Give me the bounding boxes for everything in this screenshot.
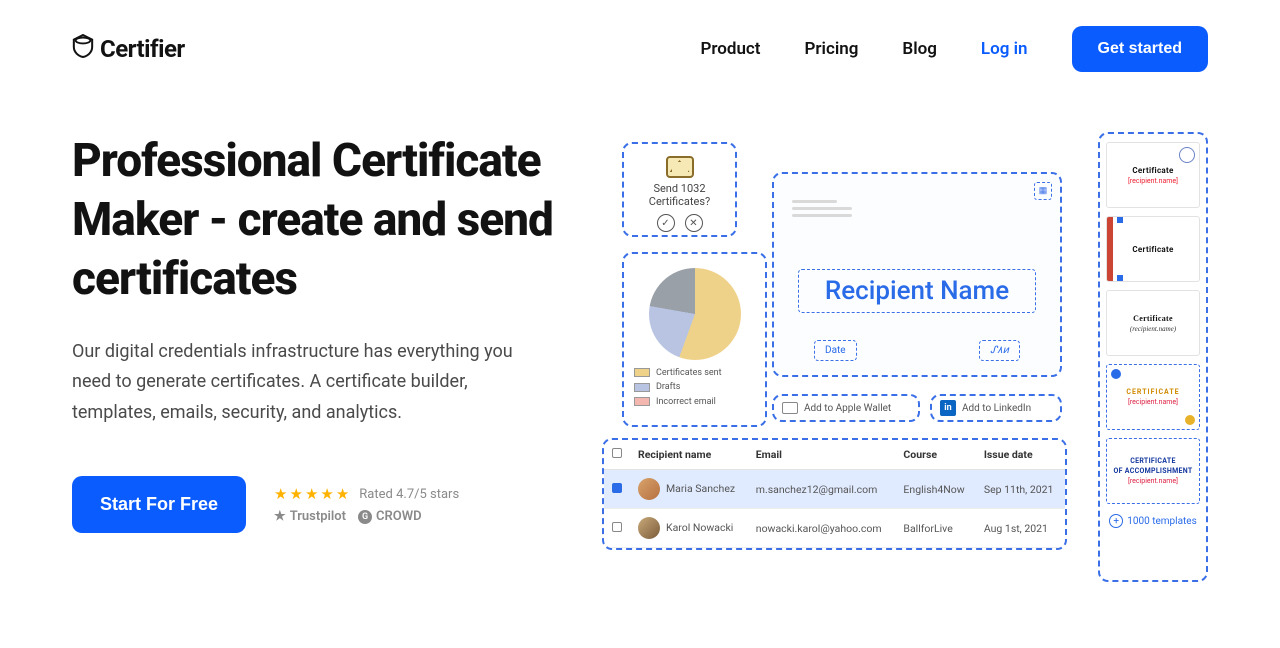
envelope-icon — [666, 156, 694, 178]
template-thumb: Certificate — [1106, 216, 1200, 282]
hero-title: Professional Certificate Maker - create … — [72, 132, 572, 309]
cancel-icon: ✕ — [685, 214, 703, 232]
hero-subtitle: Our digital credentials infrastructure h… — [72, 337, 542, 429]
g2crowd-badge: GCROWD — [358, 509, 422, 524]
star-icon: ★ — [289, 485, 302, 503]
qr-icon: ▦ — [1034, 182, 1052, 200]
template-thumb: Certificate [recipient.name] — [1106, 142, 1200, 208]
send-certificates-card: Send 1032Certificates? ✓ ✕ — [622, 142, 737, 237]
hero-section: Professional Certificate Maker - create … — [0, 72, 1280, 533]
wallet-icon — [782, 402, 798, 414]
checkbox[interactable] — [612, 483, 622, 493]
pie-chart-icon — [649, 268, 741, 360]
template-thumb: CERTIFICATE OF ACCOMPLISHMENT [recipient… — [1106, 438, 1200, 504]
checkbox-all[interactable] — [612, 448, 622, 458]
recipients-table: Recipient name Email Course Issue date M… — [602, 438, 1067, 550]
g2-icon: G — [358, 510, 372, 524]
get-started-button[interactable]: Get started — [1072, 26, 1208, 72]
th-course: Course — [895, 440, 975, 470]
star-icon: ★ — [274, 485, 287, 503]
templates-column: Certificate [recipient.name] Certificate… — [1098, 132, 1208, 582]
templates-count[interactable]: + 1000 templates — [1109, 514, 1197, 528]
th-email: Email — [748, 440, 896, 470]
hero-illustration: Send 1032Certificates? ✓ ✕ Certificates … — [602, 132, 1280, 533]
nav-login[interactable]: Log in — [981, 39, 1028, 59]
cert-header-lines — [792, 196, 852, 221]
confirm-icon: ✓ — [657, 214, 675, 232]
nav-pricing[interactable]: Pricing — [805, 39, 859, 59]
star-icon: ★ — [336, 485, 349, 503]
nav-product[interactable]: Product — [700, 39, 760, 59]
table-row[interactable]: Karol Nowacki nowacki.karol@yahoo.com Ba… — [604, 509, 1065, 548]
brand-name: Certifier — [100, 35, 185, 63]
th-date: Issue date — [976, 440, 1065, 470]
rating-label: Rated 4.7/5 stars — [359, 487, 459, 502]
trustpilot-icon: ★ — [274, 509, 286, 524]
template-thumb: Certificate (recipient.name) — [1106, 290, 1200, 356]
legend-incorrect: Incorrect email — [634, 395, 755, 409]
table-row[interactable]: Maria Sanchez m.sanchez12@gmail.com Engl… — [604, 470, 1065, 509]
add-to-apple-wallet: Add to Apple Wallet — [772, 394, 920, 422]
template-thumb: CERTIFICATE [recipient.name] — [1106, 364, 1200, 430]
legend-sent: Certificates sent — [634, 366, 755, 380]
signature-field: ᔑ٨ͷ — [979, 340, 1020, 361]
trustpilot-badge: ★Trustpilot — [274, 509, 346, 524]
rating-block: ★ ★ ★ ★ ★ Rated 4.7/5 stars ★Trustpilot … — [274, 485, 459, 524]
avatar — [638, 517, 660, 539]
th-name: Recipient name — [630, 440, 748, 470]
start-for-free-button[interactable]: Start For Free — [72, 476, 246, 533]
linkedin-icon: in — [940, 400, 956, 416]
plus-icon: + — [1109, 514, 1123, 528]
date-field: Date — [814, 340, 857, 361]
certificate-preview: ▦ Recipient Name Date ᔑ٨ͷ — [772, 172, 1062, 377]
avatar — [638, 478, 660, 500]
logo-icon — [72, 33, 94, 65]
recipient-name-field: Recipient Name — [798, 269, 1036, 313]
brand-logo[interactable]: Certifier — [72, 33, 185, 65]
add-to-linkedin: in Add to LinkedIn — [930, 394, 1062, 422]
analytics-card: Certificates sent Drafts Incorrect email — [622, 252, 767, 427]
legend-drafts: Drafts — [634, 380, 755, 394]
checkbox[interactable] — [612, 522, 622, 532]
star-icon: ★ — [320, 485, 333, 503]
top-nav: Certifier Product Pricing Blog Log in Ge… — [0, 0, 1280, 72]
star-icon: ★ — [305, 485, 318, 503]
nav-blog[interactable]: Blog — [902, 39, 937, 59]
